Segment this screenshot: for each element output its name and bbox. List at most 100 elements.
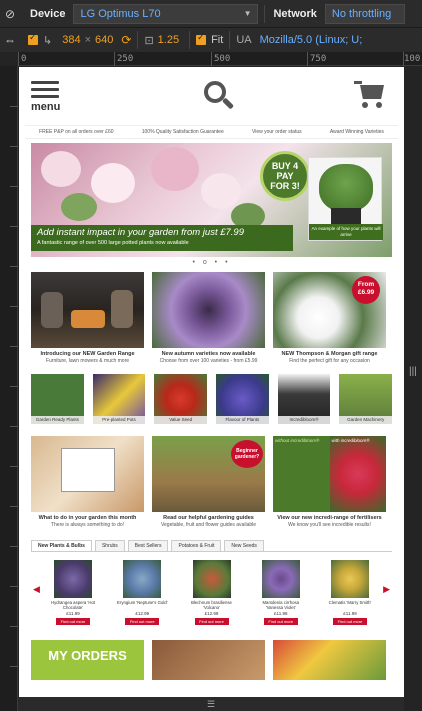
category-tile[interactable]: Incredibloom®: [277, 374, 331, 424]
find-out-more-button[interactable]: Find out more: [194, 618, 229, 625]
zoom-input[interactable]: 1.25: [158, 34, 179, 46]
feature-subtitle: Choose from over 100 varieties - from £5…: [159, 358, 258, 364]
product-price: £11.99: [343, 611, 357, 616]
hero-banner[interactable]: BUY 4 PAY FOR 3! An example of how your …: [31, 143, 392, 257]
promo-image[interactable]: [152, 640, 265, 680]
feature-card-gift-range[interactable]: From £6.99 NEW Thompson & Morgan gift ra…: [273, 272, 386, 364]
no-entry-icon[interactable]: ⊘: [0, 0, 20, 27]
feature-title: NEW Thompson & Morgan gift range: [281, 351, 378, 357]
fit-checkbox[interactable]: [196, 32, 207, 45]
network-select[interactable]: No throttling: [324, 3, 405, 24]
ruler-tick: [114, 52, 115, 66]
category-tile[interactable]: Value Seed: [154, 374, 208, 424]
product-image: [331, 560, 369, 598]
ruler-tick: [10, 266, 18, 267]
category-tile[interactable]: Garden Ready Plants: [31, 374, 84, 424]
ruler-tick: [10, 226, 18, 227]
feature-card-autumn-varieties[interactable]: New autumn varieties now available Choos…: [152, 272, 265, 364]
info-title: View our new incredi-range of fertiliser…: [277, 515, 382, 521]
chevron-left-icon[interactable]: ◀: [33, 584, 40, 595]
height-input[interactable]: 640: [95, 34, 113, 46]
usp-item[interactable]: 100% Quality Satisfaction Guarantee: [142, 129, 224, 135]
badge-line: PAY: [276, 171, 294, 181]
calendar-image: [31, 436, 144, 512]
with-label: with incredibloom®: [331, 438, 370, 443]
ruler-mark: 750: [310, 54, 327, 64]
feature-card-garden-range[interactable]: Introducing our NEW Garden Range Furnitu…: [31, 272, 144, 364]
toolbar-divider: [264, 4, 266, 23]
person-shape: [41, 292, 63, 328]
hero-subline: A fantastic range of over 500 large pott…: [37, 240, 189, 246]
ua-input[interactable]: Mozilla/5.0 (Linux; U;: [260, 34, 363, 46]
product-image: [261, 560, 300, 598]
tab-potatoes-fruit[interactable]: Potatoes & Fruit: [171, 540, 222, 551]
product-item[interactable]: Marsdenia cirrhosa 'Vanessa Violet' £11.…: [255, 560, 307, 625]
ruler-tick: [10, 106, 18, 107]
right-resize-handle[interactable]: |||: [404, 66, 422, 711]
ruler-mark: 250: [117, 54, 134, 64]
feature-image: [31, 272, 144, 348]
usp-item[interactable]: View your order status: [252, 129, 302, 135]
usp-item[interactable]: Award Winning Varieties: [330, 129, 384, 135]
info-card-this-month[interactable]: What to do in your garden this month The…: [31, 436, 144, 528]
feature-subtitle: Find the perfect gift for any occasion: [289, 358, 370, 364]
info-card-fertilisers[interactable]: without incredibloom® with incredibloom®…: [273, 436, 386, 528]
info-cards: What to do in your garden this month The…: [31, 436, 392, 528]
product-name: Clematis 'Marry Smith': [328, 600, 372, 605]
info-subtitle: Vegetable, fruit and flower guides avail…: [160, 522, 257, 528]
product-image: [123, 560, 162, 598]
find-out-more-button[interactable]: Find out more: [333, 618, 367, 625]
device-select[interactable]: LG Optimus L70 ▼: [73, 3, 259, 24]
menu-button[interactable]: menu: [31, 81, 60, 113]
category-label: Incredibloom®: [277, 416, 331, 424]
cart-icon-wheel: [376, 102, 382, 108]
category-tile[interactable]: Pre-planted Pots: [92, 374, 146, 424]
search-icon[interactable]: [204, 81, 235, 111]
ruler-tick: [10, 346, 18, 347]
fertiliser-comparison-image: without incredibloom® with incredibloom®: [273, 436, 386, 512]
find-out-more-button[interactable]: Find out more: [125, 618, 160, 625]
product-item[interactable]: Hydrangea aspera 'Hot Chocolate' £11.99 …: [47, 560, 99, 625]
tab-best-sellers[interactable]: Best Sellers: [127, 540, 169, 551]
rotate-icon[interactable]: ⟳: [121, 33, 131, 47]
resize-icon[interactable]: ⇔: [0, 28, 20, 52]
carousel-dots[interactable]: • o • •: [19, 257, 404, 269]
tab-new-seeds[interactable]: New Seeds: [224, 540, 264, 551]
usp-item[interactable]: FREE P&P on all orders over £60: [39, 129, 113, 135]
menu-icon-bar: [31, 95, 59, 98]
tab-shrubs[interactable]: Shrubs: [94, 540, 125, 551]
find-out-more-button[interactable]: Find out more: [263, 618, 298, 625]
category-tile[interactable]: Flavour of Plants: [216, 374, 269, 424]
device-label: Device: [30, 7, 66, 20]
price-badge-line: £6.99: [357, 289, 375, 296]
product-item[interactable]: Blechnum brasiliense 'Volcano' £12.99 Fi…: [186, 560, 238, 625]
ruler-tick: [10, 306, 18, 307]
info-card-guides[interactable]: Beginner gardener? Read our helpful gard…: [152, 436, 265, 528]
promo-image[interactable]: [273, 640, 386, 680]
my-orders-button[interactable]: MY ORDERS: [31, 640, 144, 680]
ruler-tick: [211, 52, 212, 66]
chevron-right-icon[interactable]: ▶: [383, 584, 390, 595]
flower-decoration: [41, 151, 81, 187]
resolution-checkbox[interactable]: [28, 32, 38, 45]
category-tile[interactable]: Garden Machinery: [339, 374, 393, 424]
product-carousel: ◀ Hydrangea aspera 'Hot Chocolate' £11.9…: [31, 556, 392, 632]
tab-new-plants[interactable]: New Plants & Bulbs: [31, 540, 92, 551]
beginner-badge: Beginner gardener?: [231, 440, 263, 468]
bottom-resize-handle[interactable]: ☰: [18, 697, 404, 711]
product-item[interactable]: Eryngium 'Neptune's Gold' £12.99 Find ou…: [116, 560, 168, 625]
toolbar-divider: [137, 31, 139, 49]
without-panel: without incredibloom®: [273, 436, 330, 512]
leaf-decoration: [61, 193, 97, 221]
category-label: Garden Ready Plants: [31, 416, 84, 424]
feature-title: New autumn varieties now available: [161, 351, 256, 357]
width-input[interactable]: 384: [62, 34, 80, 46]
product-item[interactable]: Clematis 'Marry Smith' £11.99 Find out m…: [324, 560, 376, 625]
toolbar-divider: [189, 31, 191, 49]
feature-title: Introducing our NEW Garden Range: [40, 351, 135, 357]
find-out-more-button[interactable]: Find out more: [56, 618, 90, 625]
ruler-tick: [10, 626, 18, 627]
price-badge-line: From: [357, 281, 375, 288]
ruler-tick: [10, 506, 18, 507]
cart-icon[interactable]: [354, 79, 386, 109]
